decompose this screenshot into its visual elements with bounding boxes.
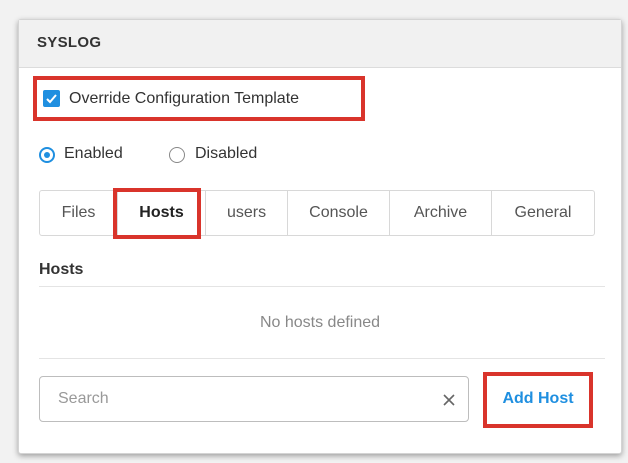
override-label: Override Configuration Template: [69, 90, 300, 107]
disabled-label[interactable]: Disabled: [195, 145, 257, 163]
override-configuration-checkbox[interactable]: Override Configuration Template: [33, 76, 365, 121]
add-host-label: Add Host: [502, 390, 574, 407]
syslog-panel: SYSLOG Override Configuration Template E…: [18, 19, 622, 454]
divider: [39, 286, 605, 287]
tab-console[interactable]: Console: [288, 191, 390, 235]
panel-header: SYSLOG: [19, 20, 621, 68]
close-icon[interactable]: [442, 393, 456, 407]
enabled-radio[interactable]: [39, 147, 55, 163]
search-input[interactable]: Search: [39, 376, 469, 422]
checkbox-checked-icon[interactable]: [43, 90, 60, 107]
divider: [39, 358, 605, 359]
hosts-section-title: Hosts: [39, 261, 84, 278]
hosts-tab-highlight: [113, 188, 201, 239]
tab-archive[interactable]: Archive: [390, 191, 492, 235]
tab-general[interactable]: General: [492, 191, 594, 235]
search-placeholder: Search: [58, 390, 109, 407]
enabled-label[interactable]: Enabled: [64, 145, 123, 163]
empty-state-message: No hosts defined: [259, 314, 381, 331]
tab-files[interactable]: Files: [40, 191, 118, 235]
tab-users[interactable]: users: [206, 191, 288, 235]
add-host-button[interactable]: Add Host: [483, 372, 593, 428]
disabled-radio[interactable]: [169, 147, 185, 163]
panel-title: SYSLOG: [37, 34, 102, 51]
